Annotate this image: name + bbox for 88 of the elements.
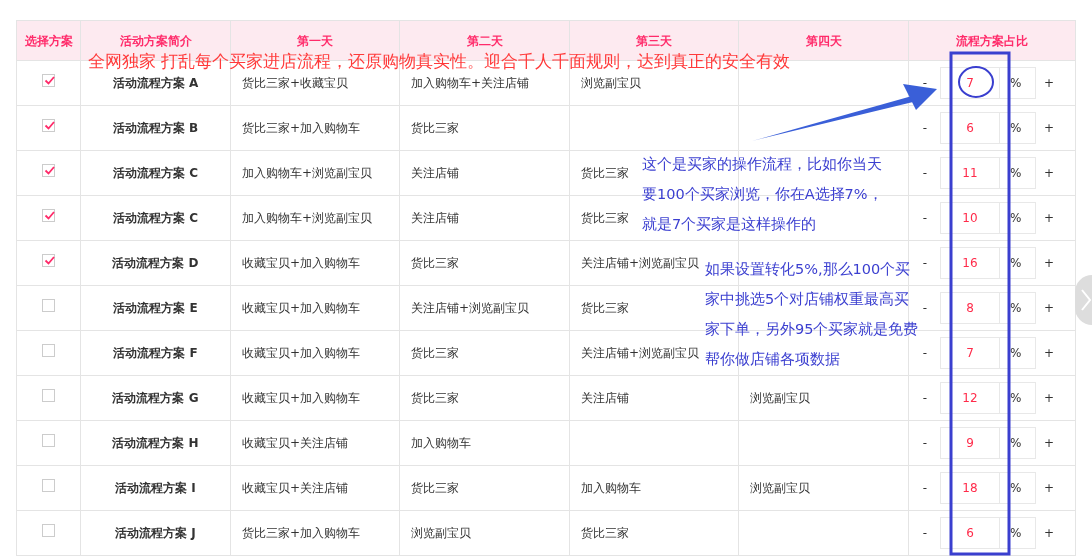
percent-unit: % — [1000, 67, 1036, 99]
percent-unit: % — [1000, 427, 1036, 459]
percent-input[interactable]: 18 — [940, 472, 1000, 504]
table-cell: 关注店铺 — [581, 391, 629, 405]
column-header: 选择方案 — [16, 20, 81, 61]
decrease-button[interactable]: - — [910, 119, 940, 137]
table-cell: 货比三家 — [581, 211, 629, 225]
table-cell: 关注店铺+浏览副宝贝 — [411, 301, 530, 315]
increase-button[interactable]: + — [1036, 344, 1062, 362]
plan-name: 活动流程方案 I — [115, 481, 196, 495]
increase-button[interactable]: + — [1036, 524, 1062, 542]
increase-button[interactable]: + — [1036, 389, 1062, 407]
table-cell: 货比三家 — [411, 346, 459, 360]
plan-name: 活动流程方案 H — [112, 436, 199, 450]
increase-button[interactable]: + — [1036, 479, 1062, 497]
table-cell: 货比三家 — [581, 301, 629, 315]
table-cell: 货比三家 — [411, 256, 459, 270]
table-cell: 加入购物车+关注店铺 — [411, 76, 530, 90]
annotation-note: 这个是买家的操作流程，比如你当天 要100个买家浏览，你在A选择7%， 就是7个买家是这样操作的 — [642, 155, 883, 234]
annotation-text: 全网独家 打乱每个买家进店流程，还原购物真实性。迎合千人千面规则，达到真正的安全有效 — [88, 51, 791, 73]
table-cell: 货比三家+加入购物车 — [242, 121, 361, 135]
percent-unit: % — [1000, 382, 1036, 414]
percent-input[interactable]: 9 — [940, 427, 1000, 459]
percent-unit: % — [1000, 472, 1036, 504]
percent-input[interactable]: 7 — [940, 67, 1000, 99]
table-cell: 浏览副宝贝 — [750, 391, 810, 405]
increase-button[interactable]: + — [1036, 209, 1062, 227]
increase-button[interactable]: + — [1036, 254, 1062, 272]
table-cell: 关注店铺 — [411, 211, 459, 225]
plan-name: 活动流程方案 C — [113, 211, 198, 225]
table-cell: 加入购物车 — [411, 436, 471, 450]
table-cell: 货比三家 — [411, 481, 459, 495]
table-cell: 货比三家 — [411, 391, 459, 405]
increase-button[interactable]: + — [1036, 434, 1062, 452]
table-cell: 货比三家+加入购物车 — [242, 526, 361, 540]
percent-unit: % — [1000, 337, 1036, 369]
percent-unit: % — [1000, 247, 1036, 279]
percent-unit: % — [1000, 517, 1036, 549]
table-cell: 收藏宝贝+关注店铺 — [242, 481, 349, 495]
percent-input[interactable]: 7 — [940, 337, 1000, 369]
increase-button[interactable]: + — [1036, 119, 1062, 137]
plan-name: 活动流程方案 J — [115, 526, 196, 540]
table-cell: 收藏宝贝+关注店铺 — [242, 436, 349, 450]
plan-name: 活动流程方案 E — [113, 301, 198, 315]
decrease-button[interactable]: - — [910, 209, 940, 227]
decrease-button[interactable]: - — [910, 479, 940, 497]
percent-input[interactable]: 11 — [940, 157, 1000, 189]
decrease-button[interactable]: - — [910, 164, 940, 182]
increase-button[interactable]: + — [1036, 74, 1062, 92]
table-cell: 浏览副宝贝 — [750, 481, 810, 495]
table-cell: 关注店铺 — [411, 166, 459, 180]
plan-name: 活动流程方案 G — [112, 391, 199, 405]
plan-name: 活动流程方案 F — [113, 346, 198, 360]
table-cell: 收藏宝贝+加入购物车 — [242, 391, 361, 405]
table-cell: 货比三家 — [411, 121, 459, 135]
increase-button[interactable]: + — [1036, 164, 1062, 182]
table-cell: 加入购物车+浏览副宝贝 — [242, 166, 373, 180]
increase-button[interactable]: + — [1036, 299, 1062, 317]
table-cell: 加入购物车 — [581, 481, 641, 495]
table-cell: 关注店铺+浏览副宝贝 — [581, 346, 700, 360]
percent-unit: % — [1000, 292, 1036, 324]
table-cell: 浏览副宝贝 — [411, 526, 471, 540]
table-cell: 货比三家 — [581, 166, 629, 180]
table-cell: 关注店铺+浏览副宝贝 — [581, 256, 700, 270]
plan-name: 活动流程方案 C — [113, 166, 198, 180]
percent-input[interactable]: 6 — [940, 112, 1000, 144]
column-header: 流程方案占比 — [908, 20, 1076, 61]
table-cell: 收藏宝贝+加入购物车 — [242, 301, 361, 315]
decrease-button[interactable]: - — [910, 434, 940, 452]
decrease-button[interactable]: - — [910, 524, 940, 542]
percent-unit: % — [1000, 202, 1036, 234]
percent-input[interactable]: 6 — [940, 517, 1000, 549]
decrease-button[interactable]: - — [910, 389, 940, 407]
percent-unit: % — [1000, 112, 1036, 144]
plan-name: 活动流程方案 D — [112, 256, 199, 270]
table-cell: 货比三家 — [581, 526, 629, 540]
plan-name: 活动流程方案 B — [112, 121, 199, 135]
percent-input[interactable]: 8 — [940, 292, 1000, 324]
percent-input[interactable]: 12 — [940, 382, 1000, 414]
table-cell: 加入购物车+浏览副宝贝 — [242, 211, 373, 225]
table-cell: 收藏宝贝+加入购物车 — [242, 346, 361, 360]
table-cell: 收藏宝贝+加入购物车 — [242, 256, 361, 270]
table-cell: 货比三家+收藏宝贝 — [242, 76, 349, 90]
percent-input[interactable]: 16 — [940, 247, 1000, 279]
percent-input[interactable]: 10 — [940, 202, 1000, 234]
table-cell: 浏览副宝贝 — [581, 76, 641, 90]
plan-name: 活动流程方案 A — [112, 76, 199, 90]
percent-unit: % — [1000, 157, 1036, 189]
